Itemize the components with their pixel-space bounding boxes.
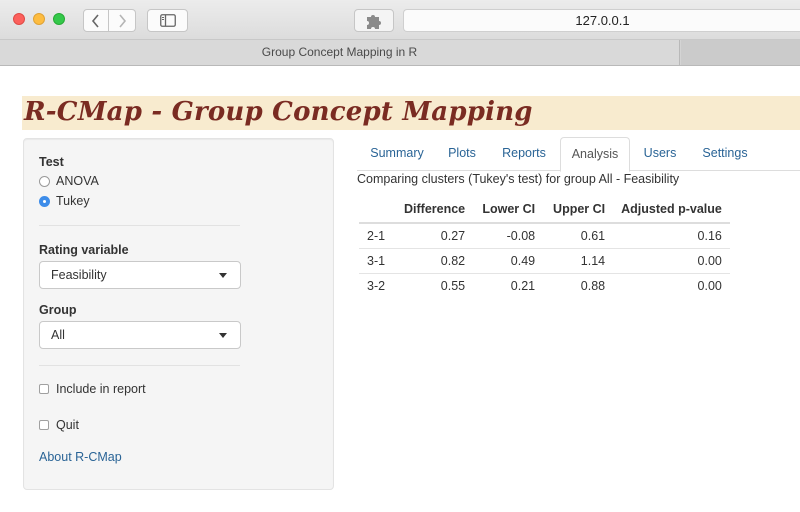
column-header: Difference [396, 196, 474, 224]
app-header: R-CMap - Group Concept Mapping [22, 96, 800, 130]
table-cell: -0.08 [473, 222, 544, 248]
table-cell: 0.88 [543, 272, 614, 298]
divider [39, 225, 240, 226]
checkbox-label: Quit [56, 418, 79, 432]
about-link[interactable]: About R-CMap [39, 450, 122, 464]
url-bar[interactable]: 127.0.0.1 [403, 9, 800, 32]
close-window-button[interactable] [13, 13, 25, 25]
table-cell: 0.27 [396, 222, 474, 248]
radio-anova[interactable]: ANOVA [39, 174, 99, 188]
back-button[interactable] [83, 9, 109, 32]
table-row: 2-1 0.27 -0.08 0.61 0.16 [359, 222, 730, 248]
browser-tabbar: Group Concept Mapping in R [0, 40, 800, 66]
rating-variable-select[interactable]: Feasibility [39, 261, 241, 289]
include-in-report-checkbox[interactable]: Include in report [39, 382, 146, 396]
test-label: Test [39, 155, 64, 169]
browser-tab[interactable]: Group Concept Mapping in R [0, 40, 680, 65]
tukey-results-table: Difference Lower CI Upper CI Adjusted p-… [359, 196, 730, 298]
minimize-window-button[interactable] [33, 13, 45, 25]
column-header: Lower CI [473, 196, 544, 224]
main-tabs: Summary Plots Reports Analysis Users Set… [357, 137, 800, 172]
quit-checkbox[interactable]: Quit [39, 418, 79, 432]
extension-button[interactable] [354, 9, 394, 32]
table-cell: 0.16 [613, 222, 730, 248]
sidebar-toggle-button[interactable] [147, 9, 188, 32]
group-label: Group [39, 303, 77, 317]
tab-users[interactable]: Users [632, 137, 688, 171]
table-cell: 3-1 [359, 247, 396, 273]
table-row: 3-1 0.82 0.49 1.14 0.00 [359, 247, 730, 273]
tab-analysis[interactable]: Analysis [560, 137, 630, 172]
tab-settings[interactable]: Settings [690, 137, 760, 171]
tab-plots[interactable]: Plots [437, 137, 487, 171]
table-cell: 0.00 [613, 247, 730, 273]
divider [39, 365, 240, 366]
checkbox[interactable] [39, 384, 49, 394]
radio-label: Tukey [56, 194, 90, 208]
page-title: R-CMap - Group Concept Mapping [24, 97, 533, 127]
table-cell: 2-1 [359, 222, 396, 248]
radio-tukey[interactable]: Tukey [39, 194, 90, 208]
group-select[interactable]: All [39, 321, 241, 349]
table-cell: 0.00 [613, 272, 730, 298]
table-cell: 0.61 [543, 222, 614, 248]
column-header: Adjusted p-value [613, 196, 730, 224]
table-cell: 1.14 [543, 247, 614, 273]
zoom-window-button[interactable] [53, 13, 65, 25]
radio-button-selected[interactable] [39, 195, 50, 207]
rating-variable-value: Feasibility [51, 268, 107, 282]
table-header-row: Difference Lower CI Upper CI Adjusted p-… [359, 196, 730, 224]
chevron-right-icon [119, 13, 127, 28]
sidebar-icon [159, 14, 176, 27]
column-header: Upper CI [543, 196, 614, 224]
sidebar-panel: Test ANOVA Tukey Rating variable Feasibi… [23, 138, 334, 490]
table-cell: 0.55 [396, 272, 474, 298]
column-header [359, 196, 396, 224]
forward-button[interactable] [109, 9, 136, 32]
radio-button[interactable] [39, 175, 50, 187]
table-cell: 0.21 [473, 272, 544, 298]
table-cell: 3-2 [359, 272, 396, 298]
caret-down-icon [219, 333, 227, 338]
table-cell: 0.49 [473, 247, 544, 273]
group-value: All [51, 328, 65, 342]
checkbox-label: Include in report [56, 382, 146, 396]
tabbar-empty-area [681, 40, 800, 65]
radio-label: ANOVA [56, 174, 99, 188]
browser-titlebar: 127.0.0.1 [0, 0, 800, 40]
checkbox[interactable] [39, 420, 49, 430]
rating-variable-label: Rating variable [39, 243, 129, 257]
caret-down-icon [219, 273, 227, 278]
chevron-left-icon [91, 13, 99, 28]
table-row: 3-2 0.55 0.21 0.88 0.00 [359, 272, 730, 298]
tab-summary[interactable]: Summary [359, 137, 435, 171]
table-cell: 0.82 [396, 247, 474, 273]
puzzle-icon [367, 14, 381, 29]
tab-reports[interactable]: Reports [489, 137, 559, 171]
analysis-subtitle: Comparing clusters (Tukey's test) for gr… [357, 172, 680, 186]
